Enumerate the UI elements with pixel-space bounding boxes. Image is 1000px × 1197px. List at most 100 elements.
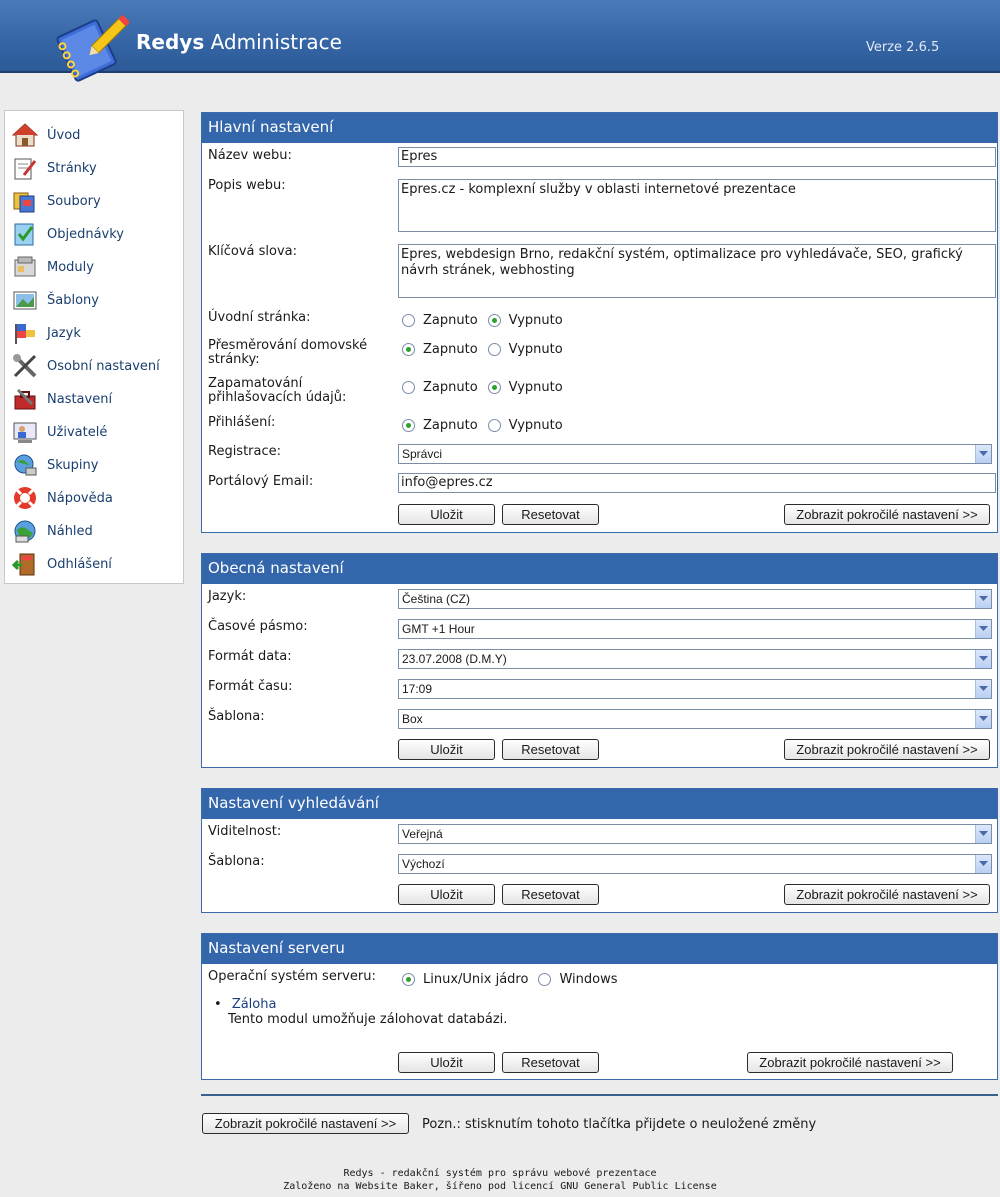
os-linux-radio[interactable] xyxy=(402,973,415,986)
template-select-value: Box xyxy=(402,712,423,726)
logo-icon xyxy=(50,6,134,86)
templates-icon xyxy=(11,286,39,314)
radio-label-off: Vypnuto xyxy=(508,380,563,395)
registration-select[interactable]: Správci xyxy=(398,444,992,464)
remember-login-on-radio[interactable] xyxy=(402,381,415,394)
site-description-label: Popis webu: xyxy=(208,178,286,193)
time-format-select[interactable]: 17:09 xyxy=(398,679,992,699)
sidebar-item-soubory[interactable]: Soubory xyxy=(11,186,181,216)
portal-email-input[interactable]: info@epres.cz xyxy=(398,473,996,493)
show-advanced-button[interactable]: Zobrazit pokročilé nastavení >> xyxy=(784,884,990,905)
sidebar-item-jazyk[interactable]: Jazyk xyxy=(11,318,181,348)
reset-button[interactable]: Resetovat xyxy=(502,884,599,905)
radio-label-off: Vypnuto xyxy=(508,342,563,357)
site-description-textarea[interactable]: Epres.cz - komplexní služby v oblasti in… xyxy=(398,179,996,232)
os-windows-radio[interactable] xyxy=(538,973,552,986)
time-format-select-value: 17:09 xyxy=(402,682,433,696)
login-on-radio[interactable] xyxy=(402,419,415,432)
sidebar-item-label: Uživatelé xyxy=(47,424,108,440)
sidebar-item-label: Objednávky xyxy=(47,226,125,242)
sidebar-item-uvod[interactable]: Úvod xyxy=(11,120,181,150)
sidebar-item-osobni-nastaveni[interactable]: Osobní nastavení xyxy=(11,351,181,381)
radio-label-on: Zapnuto xyxy=(423,418,478,433)
panel-title: Nastavení vyhledávání xyxy=(202,789,997,819)
portal-email-label: Portálový Email: xyxy=(208,474,314,489)
bullet: • xyxy=(214,997,222,1012)
backup-link[interactable]: Záloha xyxy=(232,997,277,1012)
users-icon xyxy=(11,418,39,446)
sidebar-item-moduly[interactable]: Moduly xyxy=(11,252,181,282)
search-settings-panel: Nastavení vyhledávání Viditelnost: Veřej… xyxy=(201,788,998,913)
server-os-radio-group: Linux/Unix jádro Windows xyxy=(402,972,627,987)
homepage-redirect-label-line2: stránky: xyxy=(208,352,260,367)
intro-page-off-radio[interactable] xyxy=(487,314,501,327)
home-icon xyxy=(11,121,39,149)
sidebar-item-objednavky[interactable]: Objednávky xyxy=(11,219,181,249)
homepage-redirect-on-radio[interactable] xyxy=(402,343,415,356)
homepage-redirect-off-radio[interactable] xyxy=(487,343,501,356)
reset-button[interactable]: Resetovat xyxy=(502,504,599,525)
chevron-down-icon xyxy=(975,680,991,698)
sidebar-item-odhlaseni[interactable]: Odhlášení xyxy=(11,549,181,579)
remember-login-label: Zapamatování přihlašovacích údajů: xyxy=(208,377,346,405)
login-off-radio[interactable] xyxy=(487,419,501,432)
sidebar-item-skupiny[interactable]: Skupiny xyxy=(11,450,181,480)
homepage-redirect-radio-group: Zapnuto Vypnuto xyxy=(402,342,573,357)
remember-login-off-radio[interactable] xyxy=(487,381,501,394)
remember-login-radio-group: Zapnuto Vypnuto xyxy=(402,380,573,395)
visibility-label: Viditelnost: xyxy=(208,824,282,839)
orders-icon xyxy=(11,220,39,248)
radio-label-on: Zapnuto xyxy=(423,342,478,357)
sidebar-item-label: Nastavení xyxy=(47,391,113,407)
save-button[interactable]: Uložit xyxy=(398,1052,495,1073)
date-format-select[interactable]: 23.07.2008 (D.M.Y) xyxy=(398,649,992,669)
sidebar-item-sablony[interactable]: Šablony xyxy=(11,285,181,315)
intro-page-on-radio[interactable] xyxy=(402,314,415,327)
save-button[interactable]: Uložit xyxy=(398,504,495,525)
time-format-label: Formát času: xyxy=(208,679,293,694)
sidebar-item-nastaveni[interactable]: Nastavení xyxy=(11,384,181,414)
sidebar-item-stranky[interactable]: Stránky xyxy=(11,153,181,183)
radio-label-on: Zapnuto xyxy=(423,380,478,395)
date-format-label: Formát data: xyxy=(208,649,292,664)
homepage-redirect-label: Přesměrování domovské stránky: xyxy=(208,339,367,367)
sidebar-item-label: Jazyk xyxy=(47,325,81,341)
groups-icon xyxy=(11,451,39,479)
sidebar-item-label: Šablony xyxy=(47,292,99,308)
show-advanced-button[interactable]: Zobrazit pokročilé nastavení >> xyxy=(784,739,990,760)
app-name-rest: Administrace xyxy=(210,30,342,54)
pages-icon xyxy=(11,154,39,182)
main-settings-panel: Hlavní nastavení Název webu: Epres Popis… xyxy=(201,112,998,533)
radio-label-off: Vypnuto xyxy=(508,313,563,328)
app-name-bold: Redys xyxy=(136,30,205,54)
bottom-show-advanced-button[interactable]: Zobrazit pokročilé nastavení >> xyxy=(202,1113,409,1134)
reset-button[interactable]: Resetovat xyxy=(502,739,599,760)
reset-button[interactable]: Resetovat xyxy=(502,1052,599,1073)
save-button[interactable]: Uložit xyxy=(398,884,495,905)
chevron-down-icon xyxy=(975,445,991,463)
panel-title: Obecná nastavení xyxy=(202,554,997,584)
sidebar-item-napoveda[interactable]: Nápověda xyxy=(11,483,181,513)
files-icon xyxy=(11,187,39,215)
language-select[interactable]: Čeština (CZ) xyxy=(398,589,992,609)
timezone-select-value: GMT +1 Hour xyxy=(402,622,475,636)
sidebar-item-label: Stránky xyxy=(47,160,97,176)
site-name-input[interactable]: Epres xyxy=(398,147,996,167)
login-radio-group: Zapnuto Vypnuto xyxy=(402,418,573,433)
os-linux-label: Linux/Unix jádro xyxy=(423,972,529,987)
save-button[interactable]: Uložit xyxy=(398,739,495,760)
visibility-select[interactable]: Veřejná xyxy=(398,824,992,844)
visibility-select-value: Veřejná xyxy=(402,827,443,841)
chevron-down-icon xyxy=(975,855,991,873)
show-advanced-button[interactable]: Zobrazit pokročilé nastavení >> xyxy=(747,1052,953,1073)
intro-page-radio-group: Zapnuto Vypnuto xyxy=(402,313,573,328)
general-settings-panel: Obecná nastavení Jazyk: Čeština (CZ) Čas… xyxy=(201,553,998,768)
timezone-select[interactable]: GMT +1 Hour xyxy=(398,619,992,639)
keywords-textarea[interactable]: Epres, webdesign Brno, redakční systém, … xyxy=(398,244,996,298)
template-select[interactable]: Box xyxy=(398,709,992,729)
search-template-select[interactable]: Výchozí xyxy=(398,854,992,874)
show-advanced-button[interactable]: Zobrazit pokročilé nastavení >> xyxy=(784,504,990,525)
server-os-label: Operační systém serveru: xyxy=(208,969,376,984)
sidebar-item-uzivatele[interactable]: Uživatelé xyxy=(11,417,181,447)
sidebar-item-nahled[interactable]: Náhled xyxy=(11,516,181,546)
